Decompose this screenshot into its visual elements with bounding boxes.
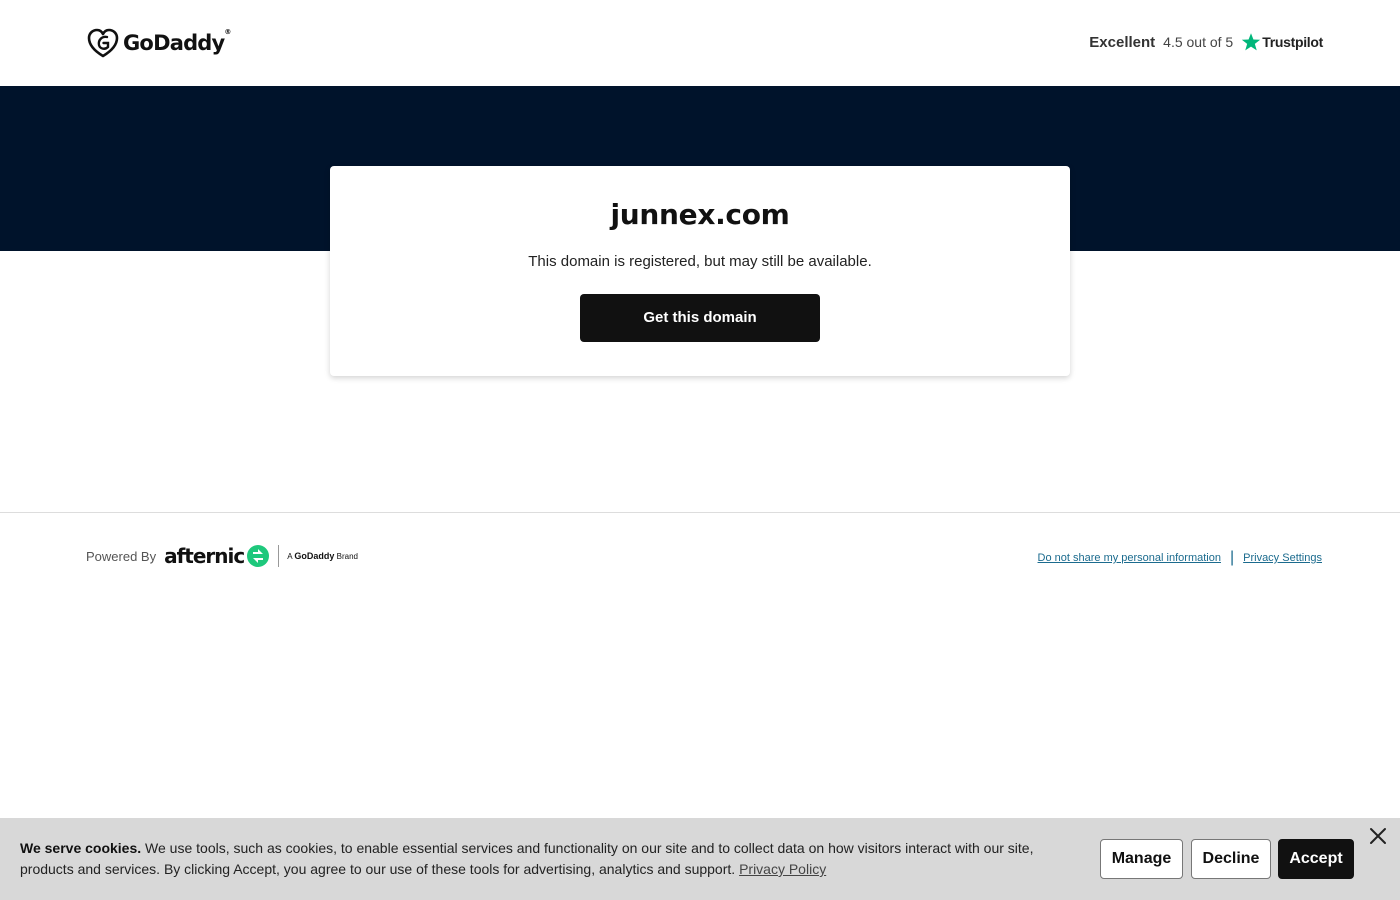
- get-this-domain-button[interactable]: Get this domain: [580, 294, 820, 342]
- manage-button[interactable]: Manage: [1100, 839, 1183, 879]
- godaddy-logo[interactable]: GoDaddy®: [87, 28, 231, 58]
- cookie-body: We use tools, such as cookies, to enable…: [20, 840, 1034, 877]
- godaddy-brand-tag: A GoDaddy Brand: [287, 551, 358, 561]
- powered-by-afternic: Powered By afternic A GoDaddy Brand: [86, 542, 358, 570]
- cookie-banner: We serve cookies. We use tools, such as …: [0, 818, 1400, 900]
- trustpilot-rating[interactable]: Excellent 4.5 out of 5 Trustpilot: [1089, 30, 1323, 54]
- decline-button[interactable]: Decline: [1191, 839, 1271, 879]
- accept-button[interactable]: Accept: [1278, 839, 1354, 879]
- powered-by-label: Powered By: [86, 548, 157, 564]
- domain-status-message: This domain is registered, but may still…: [528, 253, 872, 270]
- footer-divider: [0, 512, 1400, 513]
- privacy-settings-link[interactable]: Privacy Settings: [1243, 552, 1322, 564]
- close-icon[interactable]: [1368, 826, 1388, 846]
- link-separator: |: [1229, 549, 1235, 566]
- godaddy-heart-icon: [87, 28, 119, 58]
- trustpilot-brand: Trustpilot: [1262, 34, 1323, 50]
- trustpilot-excellent-label: Excellent: [1089, 33, 1156, 51]
- privacy-policy-link[interactable]: Privacy Policy: [739, 861, 826, 877]
- cookie-heading: We serve cookies.: [20, 840, 142, 856]
- afternic-wordmark[interactable]: afternic: [164, 544, 245, 568]
- domain-card: junnex.com This domain is registered, bu…: [330, 166, 1070, 376]
- godaddy-wordmark: GoDaddy®: [123, 28, 231, 55]
- do-not-share-link[interactable]: Do not share my personal information: [1038, 552, 1221, 564]
- trustpilot-rating-text: 4.5 out of 5: [1163, 34, 1234, 50]
- trustpilot-star-icon: [1241, 32, 1261, 52]
- brand-separator: [278, 545, 280, 567]
- cookie-message: We serve cookies. We use tools, such as …: [20, 838, 1090, 880]
- site-header: GoDaddy® Excellent 4.5 out of 5 Trustpil…: [0, 0, 1400, 86]
- footer-links: Do not share my personal information | P…: [1038, 549, 1322, 567]
- domain-name: junnex.com: [610, 198, 790, 231]
- afternic-logo-icon: [246, 544, 270, 568]
